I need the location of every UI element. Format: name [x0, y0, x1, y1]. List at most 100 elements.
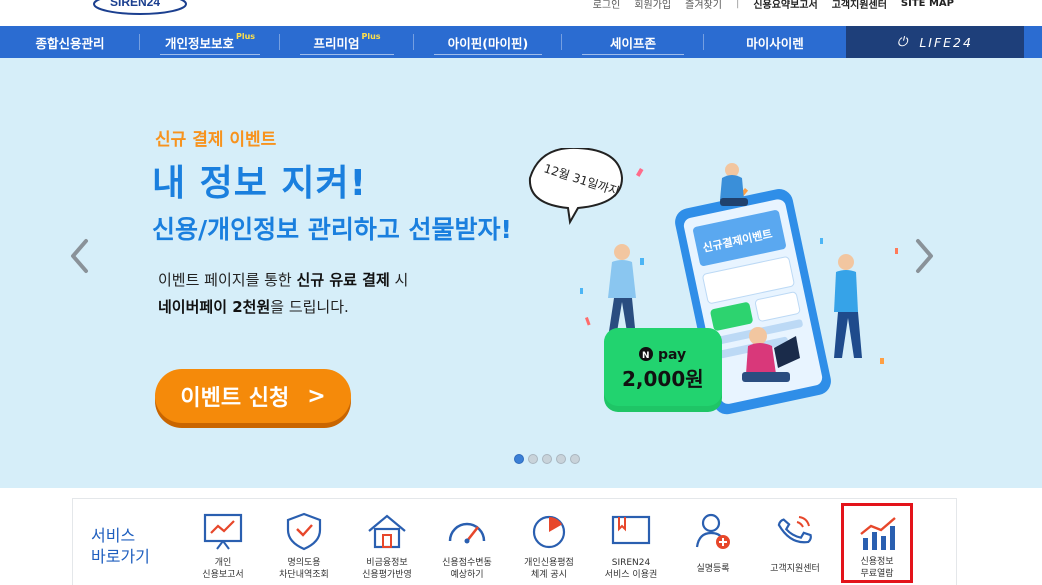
service-label: 비금융정보신용평가반영	[362, 557, 412, 581]
desc-text: 이벤트 페이지를 통한	[158, 271, 297, 289]
house-icon	[368, 514, 406, 549]
label-line: 체계 공시	[531, 570, 567, 580]
nav-label: 프리미엄	[313, 35, 360, 51]
nav-item-privacy[interactable]: 개인정보보호 Plus	[140, 26, 280, 58]
service-shortcuts-title: 서비스 바로가기	[91, 525, 150, 567]
service-label: 명의도용차단내역조회	[279, 557, 329, 581]
desc-bold: 신규 유료 결제	[296, 271, 390, 289]
npay-label: pay	[658, 347, 686, 363]
shield-check-icon	[286, 512, 322, 551]
ticket-icon	[611, 515, 651, 545]
carousel-dots	[514, 454, 580, 464]
plus-badge: Plus	[235, 31, 256, 41]
service-label: 신용점수변동예상하기	[442, 557, 492, 581]
nav-label: LIFE24	[919, 34, 973, 50]
plus-badge: Plus	[361, 31, 381, 41]
label-line: 신용정보	[860, 557, 894, 567]
label-line: 서비스 이용권	[604, 570, 658, 580]
chevron-right-icon[interactable]	[914, 238, 936, 274]
service-score-forecast[interactable]: 신용점수변동예상하기	[425, 511, 509, 585]
pie-chart-icon	[532, 515, 566, 549]
login-link[interactable]: 로그인	[593, 0, 621, 11]
svg-text:N: N	[642, 351, 650, 361]
carousel-dot-5[interactable]	[570, 454, 580, 464]
desc-text: 을 드립니다.	[270, 298, 349, 316]
title-line: 서비스	[91, 526, 136, 545]
banner-description-line2: 네이버페이 2천원을 드립니다.	[158, 296, 349, 317]
credit-summary-link[interactable]: 신용요약보고서	[753, 0, 817, 11]
nav-item-safezone[interactable]: 세이프존	[562, 26, 704, 58]
service-support-center[interactable]: 고객지원센터	[753, 511, 837, 585]
service-identity-theft-block[interactable]: 명의도용차단내역조회	[262, 511, 346, 585]
nav-item-mysiren[interactable]: 마이사이렌	[704, 26, 846, 58]
service-label: 신용정보무료열람	[860, 556, 893, 580]
service-free-credit-view[interactable]: 신용정보무료열람	[841, 503, 913, 583]
carousel-dot-3[interactable]	[542, 454, 552, 464]
label-line: 예상하기	[450, 570, 484, 580]
event-illustration: 신규결제이벤트 12월 31일까지 N pay 2,000원	[528, 148, 898, 415]
gauge-icon	[448, 522, 486, 544]
label-line: 고객지원센터	[770, 564, 820, 574]
service-non-financial-info[interactable]: 비금융정보신용평가반영	[345, 511, 429, 585]
banner-description-line1: 이벤트 페이지를 통한 신규 유료 결제 시	[158, 269, 408, 290]
service-score-disclosure[interactable]: 개인신용평점 체계 공시	[507, 511, 591, 585]
nav-label: 마이사이렌	[746, 35, 804, 51]
nav-item-life24[interactable]: ⏻ LIFE24	[846, 26, 1024, 58]
desc-bold: 네이버페이 2천원	[158, 298, 271, 316]
nav-item-total-credit[interactable]: 종합신용관리	[0, 26, 140, 58]
utility-links: 로그인 회원가입 즐겨찾기 | 신용요약보고서 고객지원센터 SITE MAP	[593, 0, 954, 11]
bar-chart-icon	[860, 517, 896, 550]
label-line: 신용평가반영	[362, 570, 412, 580]
chevron-right-icon: >	[307, 383, 326, 409]
label-line: 신용보고서	[202, 570, 244, 580]
chevron-left-icon[interactable]	[68, 238, 90, 274]
phone-icon	[777, 516, 812, 544]
event-apply-button[interactable]: 이벤트 신청 >	[155, 369, 351, 423]
carousel-dot-1[interactable]	[514, 454, 524, 464]
banner-headline: 신용/개인정보 관리하고 선물받자!	[152, 215, 512, 244]
service-label: 고객지원센터	[770, 563, 820, 575]
label-line: 개인	[214, 558, 232, 568]
nav-label: 개인정보보호	[164, 35, 234, 51]
nav-item-ipin[interactable]: 아이핀(마이핀)	[414, 26, 562, 58]
logo-text: SIREN24	[110, 0, 160, 9]
page: SIREN24 로그인 회원가입 즐겨찾기 | 신용요약보고서 고객지원센터 S…	[0, 0, 1042, 585]
label-line: 무료열람	[860, 569, 894, 579]
top-bar: SIREN24 로그인 회원가입 즐겨찾기 | 신용요약보고서 고객지원센터 S…	[0, 0, 1042, 26]
presentation-chart-icon	[203, 513, 243, 550]
title-line: 바로가기	[91, 547, 150, 566]
nav-label: 종합신용관리	[35, 35, 105, 51]
carousel-dot-4[interactable]	[556, 454, 566, 464]
sitemap-link[interactable]: SITE MAP	[901, 0, 954, 9]
util-divider: |	[735, 0, 740, 9]
service-credit-report[interactable]: 개인신용보고서	[181, 511, 265, 585]
user-add-icon	[695, 513, 730, 549]
npay-amount: 2,000원	[622, 367, 704, 391]
label-line: SIREN24	[611, 558, 651, 568]
service-label: 실명등록	[696, 563, 729, 575]
service-real-name-registration[interactable]: 실명등록	[671, 511, 755, 585]
event-banner: 신규 결제 이벤트 내 정보 지켜! 신용/개인정보 관리하고 선물받자! 이벤…	[0, 58, 1042, 488]
power-icon: ⏻	[897, 34, 910, 50]
service-label: 개인신용평점 체계 공시	[524, 557, 574, 581]
label-line: 신용점수변동	[442, 558, 492, 568]
carousel-dot-2[interactable]	[528, 454, 538, 464]
nav-filler	[1024, 26, 1042, 58]
signup-link[interactable]: 회원가입	[634, 0, 671, 11]
desc-text: 시	[389, 271, 409, 289]
nav-label: 세이프존	[609, 35, 656, 51]
label-line: 차단내역조회	[279, 570, 329, 580]
service-label: 개인신용보고서	[202, 557, 243, 581]
main-nav: 종합신용관리 개인정보보호 Plus 프리미엄 Plus 아이핀(마이핀) 세이…	[0, 26, 1042, 58]
label-line: 비금융정보	[366, 558, 408, 568]
nav-item-premium[interactable]: 프리미엄 Plus	[280, 26, 414, 58]
npay-card: N pay 2,000원	[604, 328, 722, 412]
siren24-logo[interactable]: SIREN24	[92, 0, 188, 16]
bookmark-link[interactable]: 즐겨찾기	[685, 0, 722, 11]
support-center-link[interactable]: 고객지원센터	[832, 0, 887, 11]
service-label: SIREN24 서비스 이용권	[605, 557, 658, 581]
service-siren24-pass[interactable]: SIREN24 서비스 이용권	[589, 511, 673, 585]
service-shortcuts: 서비스 바로가기 개인 신용보고서 명의도용 차단내역조회 비금융정보 신용평가…	[72, 498, 957, 585]
banner-title: 내 정보 지켜!	[152, 163, 368, 204]
label-line: 명의도용	[287, 558, 321, 568]
